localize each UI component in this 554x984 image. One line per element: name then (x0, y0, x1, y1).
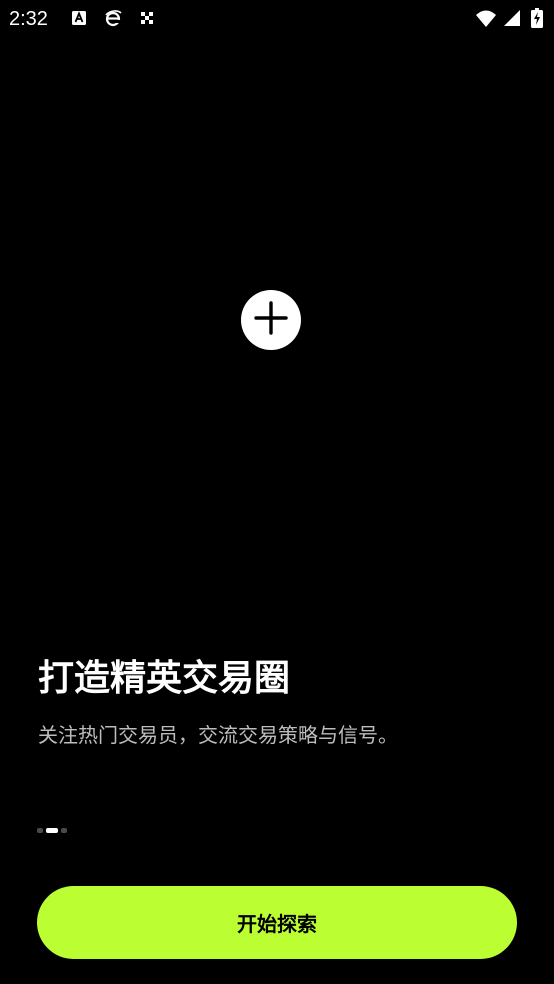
page-dot (61, 827, 67, 833)
scan-icon (138, 9, 156, 27)
add-button[interactable] (241, 290, 301, 350)
status-bar: 2:32 (0, 0, 554, 38)
battery-charging-icon (531, 8, 543, 28)
plus-icon (254, 301, 288, 339)
browser-e-icon (104, 9, 122, 27)
onboarding-subtitle: 关注热门交易员，交流交易策略与信号。 (38, 723, 398, 747)
page-indicator (37, 827, 67, 833)
onboarding-title: 打造精英交易圈 (38, 658, 291, 699)
status-time: 2:32 (9, 8, 48, 30)
page-dot-active (46, 827, 58, 833)
cell-signal-icon (503, 9, 521, 27)
font-a-icon (70, 9, 88, 27)
wifi-icon (475, 9, 497, 29)
page-dot (37, 827, 43, 833)
start-explore-button[interactable]: 开始探索 (37, 886, 517, 959)
